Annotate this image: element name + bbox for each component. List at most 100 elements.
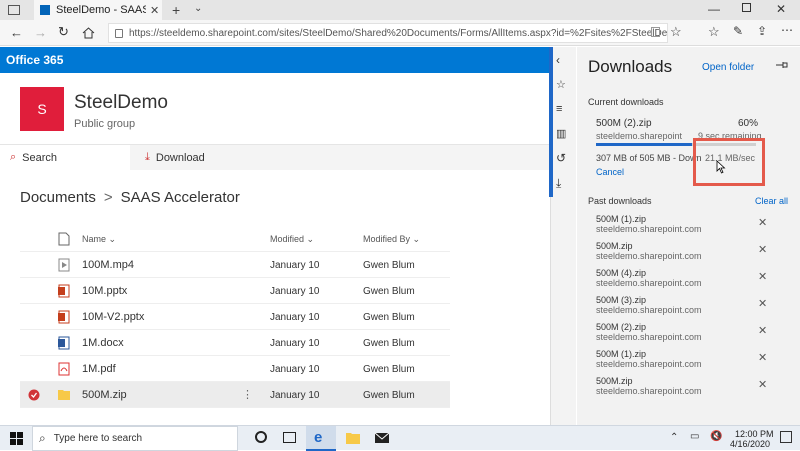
favorites-hub-icon[interactable]: ☆ [556,78,570,92]
favorites-bar-icon[interactable]: ☆ [708,24,720,40]
tab-actions-icon[interactable] [8,5,20,15]
more-actions-icon[interactable]: ⋮ [242,388,253,401]
clock-date[interactable]: 4/16/2020 [730,439,770,449]
selected-check-icon[interactable] [28,389,40,401]
past-download-item[interactable]: 500M.zip steeldemo.sharepoint.com ✕ [588,235,788,262]
file-name[interactable]: 1M.pdf [82,363,116,375]
notes-icon[interactable]: ✎ [733,24,743,38]
file-name[interactable]: 100M.mp4 [82,259,134,271]
windows-start-icon[interactable] [10,432,23,445]
past-download-source: steeldemo.sharepoint.com [596,305,702,315]
close-tab-icon[interactable]: ✕ [150,4,159,17]
maximize-icon[interactable] [742,3,751,12]
page-scrollbar[interactable] [549,47,553,197]
home-icon[interactable] [82,27,95,39]
list-item[interactable]: 100M.mp4 January 10 Gwen Blum [20,252,450,278]
list-item[interactable]: 1M.pdf January 10 Gwen Blum [20,356,450,382]
pin-icon[interactable] [776,60,788,70]
notifications-icon[interactable] [780,431,792,443]
address-bar[interactable]: https://steeldemo.sharepoint.com/sites/S… [108,23,668,43]
tray-chevron-up-icon[interactable]: ⌃ [670,432,678,443]
file-type-header-icon[interactable] [58,232,70,246]
file-modified: January 10 [270,312,320,323]
close-window-icon[interactable]: ✕ [776,2,786,16]
clear-all-link[interactable]: Clear all [755,196,788,206]
file-explorer-icon[interactable] [346,432,360,444]
list-item[interactable]: 1M.docx January 10 Gwen Blum [20,330,450,356]
open-folder-link[interactable]: Open folder [702,62,754,73]
volume-muted-icon[interactable]: 🔇 [710,431,722,442]
column-modified-by[interactable]: Modified By ⌄ [363,234,420,245]
past-download-name[interactable]: 500M (3).zip [596,295,646,305]
past-download-item[interactable]: 500M.zip steeldemo.sharepoint.com ✕ [588,370,788,397]
file-name[interactable]: 1M.docx [82,337,124,349]
forward-icon[interactable]: → [34,25,47,40]
remove-download-icon[interactable]: ✕ [758,243,767,256]
past-download-name[interactable]: 500M (4).zip [596,268,646,278]
remove-download-icon[interactable]: ✕ [758,270,767,283]
downloads-panel: Downloads Open folder Current downloads … [577,47,800,425]
collapse-chevron-icon[interactable]: ‹ [556,53,570,67]
office365-suite-bar[interactable]: Office 365 [0,47,550,73]
refresh-icon[interactable]: ↻ [58,24,69,40]
task-view-icon[interactable] [283,432,296,443]
history-icon[interactable]: ↺ [556,151,570,165]
sharepoint-favicon-icon [40,5,50,15]
past-download-item[interactable]: 500M (3).zip steeldemo.sharepoint.com ✕ [588,289,788,316]
remove-download-icon[interactable]: ✕ [758,297,767,310]
favorite-star-icon[interactable]: ☆ [670,24,682,40]
past-download-name[interactable]: 500M.zip [596,376,633,386]
download-button[interactable]: ⤓ Download [145,145,205,170]
list-item[interactable]: 10M.pptx January 10 Gwen Blum [20,278,450,304]
tab-steeldemo[interactable]: SteelDemo - SAAS Acce ✕ [34,0,162,20]
new-tab-icon[interactable]: + [172,2,180,18]
list-item-selected[interactable]: 500M.zip ⋮ January 10 Gwen Blum [20,382,450,408]
back-icon[interactable]: ← [10,25,23,40]
breadcrumb: Documents > SAAS Accelerator [20,189,240,206]
remove-download-icon[interactable]: ✕ [758,378,767,391]
current-download-source: steeldemo.sharepoint. [596,131,682,141]
remove-download-icon[interactable]: ✕ [758,351,767,364]
site-logo[interactable]: S [20,87,64,131]
past-download-item[interactable]: 500M (4).zip steeldemo.sharepoint.com ✕ [588,262,788,289]
list-item[interactable]: 10M-V2.pptx January 10 Gwen Blum [20,304,450,330]
past-download-name[interactable]: 500M (1).zip [596,349,646,359]
network-icon[interactable]: ▭ [690,431,699,442]
more-icon[interactable]: ⋯ [781,23,793,37]
file-name[interactable]: 500M.zip [82,389,127,401]
file-modified: January 10 [270,286,320,297]
file-modified-by: Gwen Blum [363,338,415,349]
downloads-hub-icon[interactable]: ⤓ [556,176,570,190]
past-download-name[interactable]: 500M (1).zip [596,214,646,224]
past-download-item[interactable]: 500M (1).zip steeldemo.sharepoint.com ✕ [588,208,788,235]
breadcrumb-documents[interactable]: Documents [20,189,96,206]
reading-view-icon[interactable] [651,27,660,37]
file-name[interactable]: 10M.pptx [82,285,127,297]
past-download-item[interactable]: 500M (2).zip steeldemo.sharepoint.com ✕ [588,316,788,343]
file-name[interactable]: 10M-V2.pptx [82,311,144,323]
site-title[interactable]: SteelDemo [74,92,168,114]
taskbar-search-box[interactable]: ⌕ Type here to search [32,426,238,451]
cortana-icon[interactable] [255,431,267,443]
remove-download-icon[interactable]: ✕ [758,324,767,337]
past-download-item[interactable]: 500M (1).zip steeldemo.sharepoint.com ✕ [588,343,788,370]
current-download-name[interactable]: 500M (2).zip [596,118,652,129]
minimize-icon[interactable]: — [708,2,720,16]
file-modified-by: Gwen Blum [363,286,415,297]
column-modified[interactable]: Modified ⌄ [270,234,314,245]
cancel-download-link[interactable]: Cancel [596,167,624,177]
reading-list-icon[interactable]: ≡ [556,103,570,117]
clock-time[interactable]: 12:00 PM [735,429,774,439]
past-download-name[interactable]: 500M (2).zip [596,322,646,332]
search-box[interactable]: ⌕ Search [0,145,130,170]
windows-taskbar: ⌕ Type here to search e ⌃ ▭ 🔇 12:00 PM 4… [0,425,800,451]
past-download-name[interactable]: 500M.zip [596,241,633,251]
file-modified: January 10 [270,338,320,349]
share-icon[interactable]: ⇪ [757,24,767,38]
mail-icon[interactable] [375,433,389,443]
edge-taskbar-button[interactable]: e [306,426,336,451]
column-name[interactable]: Name ⌄ [82,234,116,245]
remove-download-icon[interactable]: ✕ [758,216,767,229]
books-icon[interactable]: ▥ [556,127,570,141]
chevron-down-icon[interactable]: ⌄ [194,3,202,14]
